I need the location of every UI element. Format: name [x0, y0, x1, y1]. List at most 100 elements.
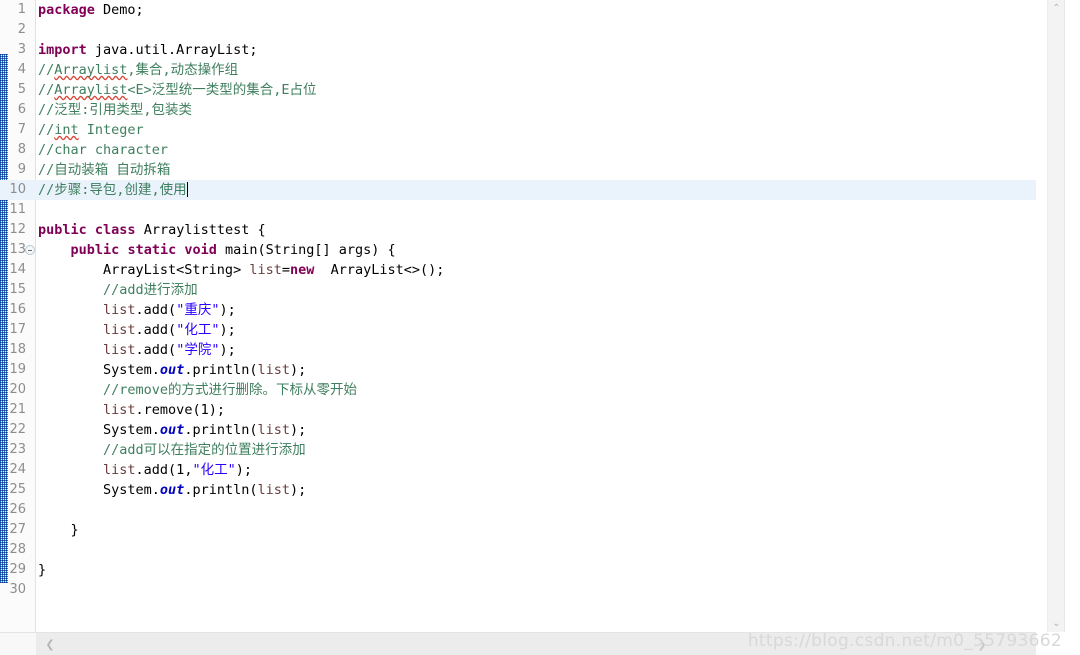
code-line[interactable]: 13 public static void main(String[] args…: [0, 240, 1036, 260]
code-line[interactable]: 18 list.add("学院");: [0, 340, 1036, 360]
code-token: );: [289, 422, 307, 438]
code-line-content: //char character: [38, 140, 168, 160]
code-line[interactable]: 7 //int Integer: [0, 120, 1036, 140]
code-line[interactable]: 22 System.out.println(list);: [0, 420, 1036, 440]
code-token: main(String[] args) {: [216, 242, 396, 258]
line-number: 24: [9, 462, 26, 477]
scroll-left-arrow-icon[interactable]: ❮: [40, 633, 60, 655]
code-line[interactable]: 24 list.add(1,"化工");: [0, 460, 1036, 480]
code-token: list: [249, 262, 282, 278]
code-token: //步骤:导包,创建,使用: [38, 182, 187, 198]
code-line[interactable]: 25 System.out.println(list);: [0, 480, 1036, 500]
code-line-content: list.add("重庆");: [38, 300, 236, 320]
code-line[interactable]: 9 //自动装箱 自动拆箱: [0, 160, 1036, 180]
code-token: Demo;: [94, 2, 144, 18]
line-number: 30: [9, 582, 26, 597]
code-line[interactable]: 21 list.remove(1);: [0, 400, 1036, 420]
scroll-down-arrow-icon[interactable]: ⌄: [1048, 615, 1065, 632]
code-line-content: //Arraylist<E>泛型统一类型的集合,E占位: [38, 80, 317, 100]
line-number: 22: [9, 422, 26, 437]
code-line[interactable]: 4 //Arraylist,集合,动态操作组: [0, 60, 1036, 80]
code-line[interactable]: 6 //泛型:引用类型,包装类: [0, 100, 1036, 120]
code-line[interactable]: 11: [0, 200, 1036, 220]
code-token: //自动装箱 自动拆箱: [38, 162, 171, 178]
code-token: Arraylisttest {: [135, 222, 266, 238]
code-token: .add(: [135, 342, 177, 358]
line-number: 13: [9, 242, 26, 257]
code-token: Arraylist: [54, 62, 128, 78]
overview-ruler[interactable]: [1064, 0, 1080, 632]
code-line-content: //自动装箱 自动拆箱: [38, 160, 170, 180]
code-token: "化工": [192, 462, 236, 478]
code-line[interactable]: 30: [0, 580, 1036, 600]
code-line[interactable]: 3 import java.util.ArrayList;: [0, 40, 1036, 60]
code-line[interactable]: 28: [0, 540, 1036, 560]
code-token: .println(: [184, 362, 258, 378]
code-line[interactable]: 8 //char character: [0, 140, 1036, 160]
line-number: 5: [17, 82, 26, 97]
line-number: 15: [9, 282, 26, 297]
scroll-up-arrow-icon[interactable]: ⌃: [1048, 0, 1065, 17]
code-token: ArrayList<>();: [314, 262, 445, 278]
line-number: 17: [9, 322, 26, 337]
code-line-content: System.out.println(list);: [38, 360, 306, 380]
code-token: //remove的方式进行删除。下标从零开始: [38, 382, 358, 398]
code-token: );: [219, 342, 236, 358]
horizontal-scrollbar[interactable]: ❮ ❯: [36, 632, 1036, 655]
code-token: );: [235, 462, 252, 478]
code-line[interactable]: 14 ArrayList<String> list=new ArrayList<…: [0, 260, 1036, 280]
code-line-content: }: [38, 560, 46, 580]
code-token: .println(: [184, 422, 258, 438]
code-token: "重庆": [176, 302, 220, 318]
code-line[interactable]: 20 //remove的方式进行删除。下标从零开始: [0, 380, 1036, 400]
code-token: ,集合,动态操作组: [127, 62, 239, 78]
code-line[interactable]: 19 System.out.println(list);: [0, 360, 1036, 380]
code-line[interactable]: 2: [0, 20, 1036, 40]
code-line-content: System.out.println(list);: [38, 420, 306, 440]
scroll-right-arrow-icon[interactable]: ❯: [972, 633, 992, 655]
code-line[interactable]: 26: [0, 500, 1036, 520]
line-number: 4: [17, 62, 26, 77]
code-line-content: package Demo;: [38, 0, 144, 20]
code-line-content: list.add("学院");: [38, 340, 236, 360]
source-code-text[interactable]: 1 package Demo; 2 3 import java.util.ArrayLi…: [0, 0, 1036, 632]
code-line[interactable]: 27 }: [0, 520, 1036, 540]
line-number: 3: [17, 42, 26, 57]
line-number: 2: [17, 22, 26, 37]
text-cursor: [186, 182, 188, 197]
code-token: public: [38, 222, 87, 238]
vertical-scrollbar[interactable]: ⌃ ⌄: [1047, 0, 1064, 632]
code-line-content: list.add("化工");: [38, 320, 236, 340]
line-number: 16: [9, 302, 26, 317]
code-line[interactable]: 29}: [0, 560, 1036, 580]
code-line[interactable]: 23 //add可以在指定的位置进行添加: [0, 440, 1036, 460]
line-number: 20: [9, 382, 26, 397]
code-token: //: [38, 82, 55, 98]
code-line[interactable]: 12 public class Arraylisttest {: [0, 220, 1036, 240]
code-line[interactable]: 16 list.add("重庆");: [0, 300, 1036, 320]
code-token: System.: [38, 362, 160, 378]
code-line[interactable]: 5 //Arraylist<E>泛型统一类型的集合,E占位: [0, 80, 1036, 100]
code-token: //: [38, 122, 55, 138]
line-number: 1: [17, 2, 26, 17]
code-token: java.util.ArrayList;: [86, 42, 258, 58]
code-line[interactable]: 17 list.add("化工");: [0, 320, 1036, 340]
code-token: .add(1,: [135, 462, 193, 478]
code-token: list: [103, 402, 136, 418]
code-line[interactable]: 1 package Demo;: [0, 0, 1036, 20]
code-line[interactable]: 15 //add进行添加: [0, 280, 1036, 300]
code-token: //add进行添加: [38, 282, 198, 298]
editor-viewport[interactable]: 1 package Demo; 2 3 import java.util.ArrayLi…: [0, 0, 1036, 632]
code-token: list: [257, 482, 290, 498]
code-token: //add可以在指定的位置进行添加: [38, 442, 306, 458]
line-number: 10: [9, 182, 26, 197]
line-number: 12: [9, 222, 26, 237]
code-token: Arraylist: [54, 82, 128, 98]
code-token: package: [38, 2, 95, 18]
fold-collapse-icon[interactable]: [25, 245, 35, 255]
code-line-content: //泛型:引用类型,包装类: [38, 100, 192, 120]
code-line[interactable]: 10 //步骤:导包,创建,使用: [0, 180, 1036, 200]
code-line-content: //remove的方式进行删除。下标从零开始: [38, 380, 357, 400]
